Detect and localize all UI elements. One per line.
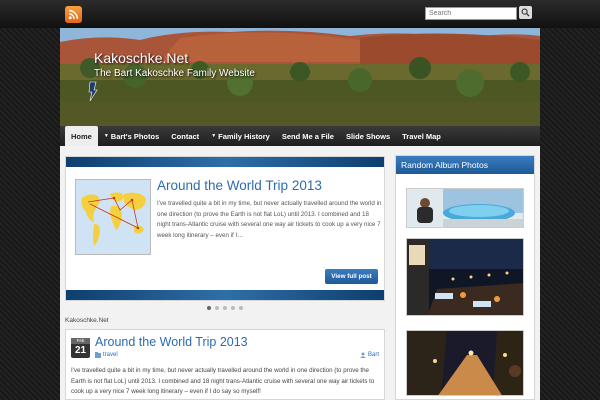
search-button[interactable]	[519, 6, 532, 19]
view-full-post-button[interactable]: View full post	[325, 269, 378, 284]
chevron-down-icon: ▼	[211, 133, 217, 139]
slider-top-bar	[66, 157, 384, 167]
nav-item-home[interactable]: Home	[65, 126, 98, 146]
nav-item-contact[interactable]: Contact	[165, 127, 205, 145]
post-date-day: 21	[74, 345, 87, 356]
nav-item-label: Family History	[218, 131, 270, 141]
search-icon	[521, 8, 530, 17]
featured-post-title[interactable]: Around the World Trip 2013	[157, 178, 322, 193]
top-bar	[0, 0, 600, 28]
nav-item-travel-map[interactable]: Travel Map	[396, 127, 447, 145]
post-entry: Feb 21 Around the World Trip 2013 travel…	[65, 329, 385, 400]
nav-item-barts-photos[interactable]: ▼ Bart's Photos	[98, 127, 165, 145]
post-category-label: travel	[103, 352, 118, 358]
post-date-badge: Feb 21	[71, 338, 90, 358]
nav-item-label: Slide Shows	[345, 131, 391, 141]
nav-item-label: Home	[71, 131, 92, 141]
post-author-label: Bart	[367, 352, 379, 358]
world-map-icon	[76, 180, 150, 254]
post-author[interactable]: Bart	[359, 352, 379, 358]
nav-item-family-history[interactable]: ▼ Family History	[205, 127, 276, 145]
post-body-text: I've travelled quite a bit in my time, b…	[71, 367, 375, 395]
post-title[interactable]: Around the World Trip 2013	[95, 335, 248, 349]
slider-dot[interactable]	[239, 306, 243, 310]
post-category[interactable]: travel	[95, 352, 118, 358]
chevron-down-icon: ▼	[103, 133, 109, 139]
site-logo-icon[interactable]	[87, 80, 99, 102]
random-photos-widget: Random Album Photos	[395, 155, 535, 400]
nav-item-send-file[interactable]: Send Me a File	[276, 127, 340, 145]
folder-icon	[95, 352, 101, 358]
nav-item-label: Send Me a File	[281, 131, 334, 141]
featured-slider: Around the World Trip 2013 I've travelle…	[65, 156, 385, 301]
user-icon	[359, 352, 366, 358]
album-photo-thumbnail[interactable]	[406, 188, 524, 228]
slider-dot[interactable]	[207, 306, 211, 310]
featured-post-excerpt: I've travelled quite a bit in my time, b…	[157, 200, 382, 239]
nav-item-label: Travel Map	[402, 131, 441, 141]
nav-item-label: Contact	[171, 131, 200, 141]
slider-pagination	[207, 306, 243, 310]
photo-night-terrace-image	[407, 239, 523, 315]
nav-item-label: Bart's Photos	[110, 131, 160, 141]
site-title[interactable]: Kakoschke.Net	[94, 50, 188, 66]
slider-dot[interactable]	[215, 306, 219, 310]
photo-evening-street-image	[407, 331, 523, 395]
main-nav: Home ▼ Bart's Photos Contact ▼ Family Hist…	[60, 126, 540, 146]
slider-bottom-bar	[66, 290, 384, 300]
breadcrumb: Kakoschke.Net	[65, 317, 109, 324]
widget-title: Random Album Photos	[396, 156, 534, 174]
rss-icon[interactable]	[65, 6, 82, 23]
site-tagline: The Bart Kakoschke Family Website	[94, 68, 255, 79]
search-input[interactable]	[425, 7, 517, 20]
album-photo-thumbnail[interactable]	[406, 330, 524, 396]
nav-item-slide-shows[interactable]: Slide Shows	[340, 127, 396, 145]
slider-dot[interactable]	[231, 306, 235, 310]
photo-pool-image	[407, 189, 523, 227]
slider-dot[interactable]	[223, 306, 227, 310]
world-map-thumbnail[interactable]	[75, 179, 151, 255]
header-banner: Kakoschke.Net The Bart Kakoschke Family …	[60, 28, 540, 126]
album-photo-thumbnail[interactable]	[406, 238, 524, 316]
